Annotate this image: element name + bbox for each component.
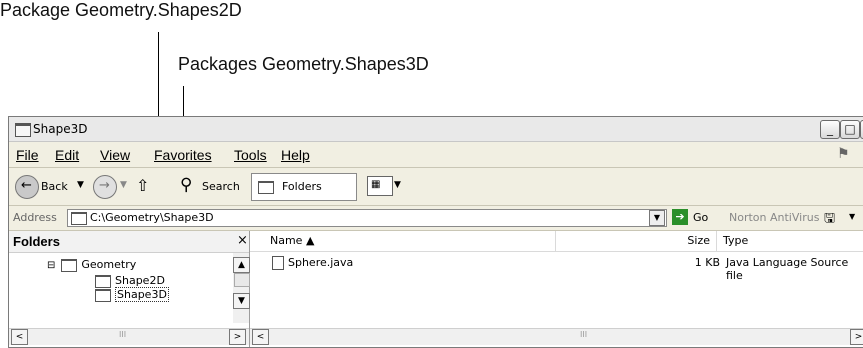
norton-icon[interactable]: 🖫 xyxy=(824,209,835,231)
go-arrow-icon[interactable]: ➔ xyxy=(672,209,688,225)
maximize-button[interactable]: □ xyxy=(840,120,860,139)
menu-edit[interactable]: Edit xyxy=(55,147,79,163)
files-horizontal-scrollbar[interactable]: < III > xyxy=(250,328,863,345)
file-size: 1 KB xyxy=(694,256,720,269)
windows-flag-icon: ⚑ xyxy=(837,146,850,162)
address-dropdown-button[interactable]: ▼ xyxy=(649,210,665,226)
file-name: Sphere.java xyxy=(288,256,354,269)
scroll-right-button[interactable]: > xyxy=(850,329,863,345)
up-folder-icon[interactable]: ⇧ xyxy=(136,176,149,195)
views-icon[interactable]: ▦ xyxy=(367,176,393,196)
scroll-left-button[interactable]: < xyxy=(252,329,269,345)
scroll-thumb[interactable] xyxy=(234,273,250,287)
scroll-left-button[interactable]: < xyxy=(11,329,28,345)
file-type: Java Language Source file xyxy=(726,256,849,282)
norton-antivirus-label[interactable]: Norton AntiVirus xyxy=(729,211,819,224)
callout-shapes3d: Packages Geometry.Shapes3D xyxy=(178,54,429,74)
column-header-type[interactable]: Type xyxy=(717,231,863,252)
menu-view[interactable]: View xyxy=(100,147,130,163)
tree-item-shape3d[interactable]: Shape3D xyxy=(95,287,169,302)
java-file-icon xyxy=(272,256,284,270)
folder-icon xyxy=(95,288,111,302)
window-title: Shape3D xyxy=(33,122,88,136)
folders-button-label: Folders xyxy=(282,180,322,193)
address-input[interactable]: C:\Geometry\Shape3D xyxy=(67,209,667,227)
explorer-window: Shape3D _ □ X File Edit View Favorites T… xyxy=(8,116,863,348)
collapse-icon[interactable]: ⊟ xyxy=(47,260,55,271)
go-button[interactable]: Go xyxy=(693,211,708,224)
address-label: Address xyxy=(13,211,57,224)
scroll-down-button[interactable]: ▼ xyxy=(233,293,250,309)
folders-header: Folders × xyxy=(9,231,249,253)
address-bar: Address C:\Geometry\Shape3D ▼ ➔ Go Norto… xyxy=(9,206,863,231)
scroll-up-button[interactable]: ▲ xyxy=(233,257,250,273)
menu-tools[interactable]: Tools xyxy=(234,147,267,163)
forward-arrow-icon[interactable]: → xyxy=(93,175,117,199)
folders-toggle-button[interactable]: Folders xyxy=(251,173,357,201)
scroll-right-button[interactable]: > xyxy=(229,329,246,345)
content-area: Folders × ⊟ Geometry Shape2D Shape3D ▲ ▼ … xyxy=(9,231,863,347)
tree-item-geometry[interactable]: ⊟ Geometry xyxy=(47,258,136,272)
norton-dropdown-icon[interactable]: ▼ xyxy=(849,212,855,221)
address-value: C:\Geometry\Shape3D xyxy=(90,211,214,224)
search-button[interactable]: Search xyxy=(202,180,240,193)
folders-vertical-scrollbar[interactable]: ▲ ▼ xyxy=(233,253,250,323)
views-dropdown-icon[interactable]: ▼ xyxy=(394,180,401,190)
folders-horizontal-scrollbar[interactable]: < III > xyxy=(9,328,249,345)
folders-title: Folders xyxy=(13,234,60,249)
menu-help[interactable]: Help xyxy=(281,147,310,163)
scroll-grip-icon: III xyxy=(580,330,588,339)
folder-icon xyxy=(15,123,31,137)
tree-item-shape2d[interactable]: Shape2D xyxy=(95,274,165,288)
back-dropdown-icon[interactable]: ▼ xyxy=(77,180,84,190)
title-bar[interactable]: Shape3D _ □ X xyxy=(9,117,863,142)
folder-icon xyxy=(61,258,78,272)
back-button[interactable]: Back xyxy=(41,180,68,193)
toolbar: ← Back ▼ → ▼ ⇧ ⚲ Search Folders ▦ ▼ xyxy=(9,168,863,206)
callout-shapes2d: Package Geometry.Shapes2D xyxy=(0,0,242,20)
folder-icon xyxy=(71,212,87,225)
scroll-grip-icon: III xyxy=(119,330,127,339)
menu-favorites[interactable]: Favorites xyxy=(154,147,212,163)
menu-bar: File Edit View Favorites Tools Help ⚑ xyxy=(9,142,863,168)
column-header-size[interactable]: Size xyxy=(556,231,717,252)
menu-file[interactable]: File xyxy=(16,147,39,163)
minimize-button[interactable]: _ xyxy=(820,120,840,139)
forward-dropdown-icon[interactable]: ▼ xyxy=(120,180,127,190)
file-row[interactable]: Sphere.java 1 KB Java Language Source fi… xyxy=(272,256,862,282)
close-folders-pane-button[interactable]: × xyxy=(237,233,248,248)
folder-icon xyxy=(95,274,111,288)
folders-pane: Folders × ⊟ Geometry Shape2D Shape3D ▲ ▼ … xyxy=(9,231,250,347)
back-arrow-icon[interactable]: ← xyxy=(15,175,39,199)
column-header-name[interactable]: Name ▲ xyxy=(250,231,556,252)
folders-icon xyxy=(258,181,274,194)
search-icon[interactable]: ⚲ xyxy=(180,175,192,195)
